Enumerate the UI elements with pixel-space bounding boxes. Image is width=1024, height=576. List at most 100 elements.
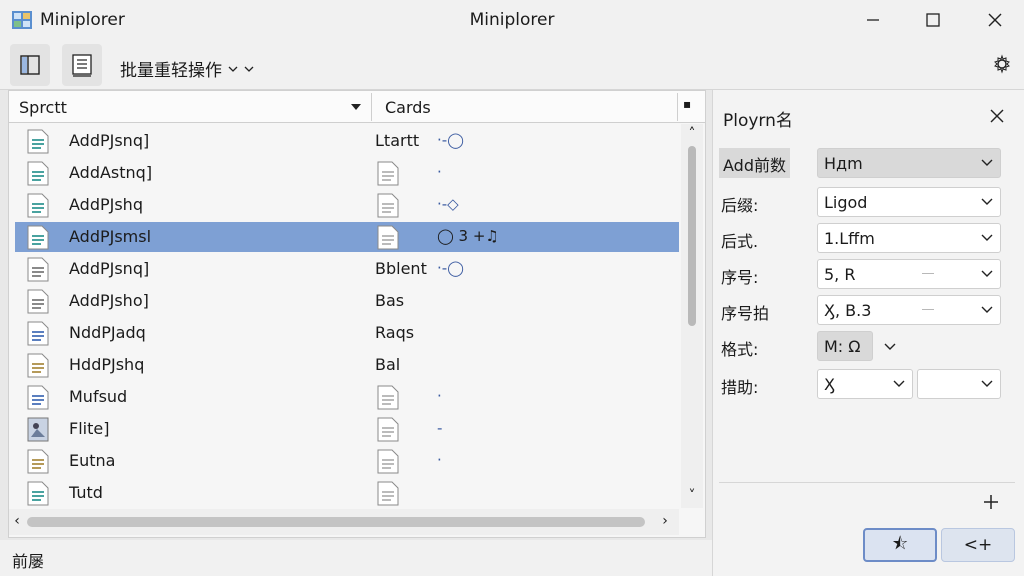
sequence-select[interactable]: 5, R	[817, 259, 1001, 289]
scroll-left-icon[interactable]: ‹	[9, 513, 25, 529]
row-status-marker: ·-◇	[437, 195, 459, 213]
column-overflow-marker[interactable]: ▪	[683, 97, 691, 111]
scroll-down-icon[interactable]: ˅	[684, 488, 700, 504]
caret-down-icon	[351, 104, 361, 110]
title-bar: Miniplorer Miniplorer	[0, 0, 1024, 40]
vertical-scrollbar[interactable]: ˄ ˅	[681, 124, 703, 508]
field-row-sequence-step: 序号拍 Ӽ, B.3	[721, 295, 1011, 325]
document-icon	[377, 417, 399, 442]
assist-select-right[interactable]	[917, 369, 1001, 399]
separator-dash	[922, 273, 934, 274]
file-row[interactable]: AddPJsmsl ◯ 3 +♫	[15, 222, 679, 252]
plus-icon	[984, 495, 998, 509]
column-header-name[interactable]: Sprctt	[19, 98, 67, 117]
minimize-button[interactable]	[858, 6, 888, 34]
field-value: M: Ω	[824, 337, 861, 356]
batch-operations-dropdown[interactable]: 批量重轻操作	[120, 56, 254, 81]
maximize-button[interactable]	[918, 6, 948, 34]
card-value: Ltartt	[375, 131, 420, 150]
file-name: AddPJsmsl	[69, 227, 152, 246]
row-status-marker: ·-◯	[437, 131, 464, 149]
field-label: 后式.	[721, 232, 759, 251]
file-name: AddPJshq	[69, 195, 143, 214]
sequence-step-select[interactable]: Ӽ, B.3	[817, 295, 1001, 325]
field-row-suffix: 后缀: Ligod	[721, 187, 1011, 217]
doc-gray-icon	[27, 257, 49, 282]
scroll-right-icon[interactable]: ›	[657, 513, 673, 529]
horizontal-scroll-thumb[interactable]	[27, 517, 645, 527]
document-icon	[377, 161, 399, 186]
column-header-cards[interactable]: Cards	[385, 98, 431, 117]
add-rule-button[interactable]	[979, 490, 1003, 514]
field-value: 1.Lffm	[824, 229, 875, 248]
close-icon	[990, 109, 1004, 123]
chevron-down-icon[interactable]	[883, 339, 897, 353]
file-name: AddPJsnq]	[69, 259, 150, 278]
panel-layout-icon	[20, 55, 40, 75]
file-row[interactable]: Eutna ·	[15, 446, 679, 476]
close-window-button[interactable]	[980, 6, 1010, 34]
field-value: 5, R	[824, 265, 856, 284]
horizontal-scrollbar[interactable]: ‹ ›	[9, 509, 679, 535]
file-list-pane: Sprctt Cards ▪ AddPJsnq] Ltartt ·-◯ AddAstn…	[8, 90, 706, 538]
field-value: Ӽ, B.3	[824, 301, 872, 320]
document-icon	[377, 225, 399, 250]
file-row[interactable]: NddPJadq Raqs	[15, 318, 679, 348]
file-name: HddPJshq	[69, 355, 145, 374]
file-row[interactable]: Flite] -	[15, 414, 679, 444]
scroll-up-icon[interactable]: ˄	[684, 126, 700, 142]
scroll-thumb[interactable]	[688, 146, 696, 326]
file-row[interactable]: HddPJshq Bal	[15, 350, 679, 380]
chevron-down-icon	[981, 159, 993, 166]
document-icon	[377, 449, 399, 474]
prefix-select[interactable]: Hдm	[817, 148, 1001, 178]
column-divider[interactable]	[371, 93, 372, 121]
file-row[interactable]: Tutd	[15, 478, 679, 508]
format-select[interactable]: 1.Lffm	[817, 223, 1001, 253]
file-row[interactable]: AddPJsnq] Ltartt ·-◯	[15, 126, 679, 156]
field-row-format: 后式. 1.Lffm	[721, 223, 1011, 253]
row-status-marker: ·	[437, 387, 442, 405]
list-document-icon	[72, 54, 92, 77]
sort-dropdown-button[interactable]	[345, 95, 367, 119]
close-panel-button[interactable]	[985, 104, 1009, 128]
field-value: Ӽ	[824, 375, 835, 394]
column-divider[interactable]	[677, 93, 678, 121]
field-row-style: 格式: M: Ω	[721, 331, 1011, 361]
row-status-marker: -	[437, 419, 443, 437]
settings-gear-icon[interactable]	[992, 54, 1012, 74]
doc-teal-icon	[27, 161, 49, 186]
file-row[interactable]: AddPJsnq] Bblent ·-◯	[15, 254, 679, 284]
chevron-down-icon	[981, 306, 993, 313]
style-select[interactable]: M: Ω	[817, 331, 873, 361]
doc-blue-icon	[27, 321, 49, 346]
field-row-assist: 措助: Ӽ	[721, 369, 1011, 399]
list-view-button[interactable]	[62, 44, 102, 86]
file-row[interactable]: Mufsud ·	[15, 382, 679, 412]
field-label: 格式:	[721, 340, 759, 359]
back-button[interactable]: <+	[941, 528, 1015, 562]
file-row[interactable]: AddPJshq ·-◇	[15, 190, 679, 220]
image-file-icon	[27, 417, 49, 442]
apply-button[interactable]: ⯪	[863, 528, 937, 562]
doc-teal-icon	[27, 193, 49, 218]
card-value: Raqs	[375, 323, 415, 342]
row-status-marker: ·	[437, 163, 442, 181]
toggle-panel-button[interactable]	[10, 44, 50, 86]
card-value: Bas	[375, 291, 405, 310]
assist-select-left[interactable]: Ӽ	[817, 369, 913, 399]
doc-tan-icon	[27, 353, 49, 378]
file-row[interactable]: AddAstnq] ·	[15, 158, 679, 188]
field-row-add-prefix: Add前数 Hдm	[719, 148, 1011, 178]
file-row[interactable]: AddPJsho] Bas	[15, 286, 679, 316]
chevron-down-icon	[981, 234, 993, 241]
rename-panel: Ployrn名 Add前数 Hдm 后缀: Ligod 后式. 1.Lffm 序…	[712, 90, 1024, 576]
card-value: Bal	[375, 355, 401, 374]
field-label: 措助:	[721, 378, 759, 397]
suffix-select[interactable]: Ligod	[817, 187, 1001, 217]
file-name: AddPJsho]	[69, 291, 149, 310]
chevron-down-icon	[244, 66, 254, 72]
chevron-down-icon	[893, 380, 905, 387]
file-rows: AddPJsnq] Ltartt ·-◯ AddAstnq] · AddPJshq ·-◇ A…	[9, 124, 679, 508]
field-row-sequence: 序号: 5, R	[721, 259, 1011, 289]
